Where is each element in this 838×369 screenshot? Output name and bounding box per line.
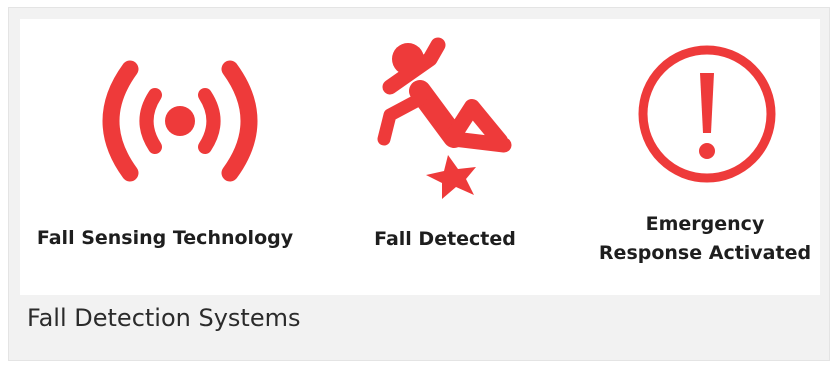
- label-fall-detected: Fall Detected: [374, 228, 516, 250]
- item-fall-detected: Fall Detected: [340, 19, 550, 295]
- item-emergency-response: Emergency Response Activated: [590, 19, 820, 295]
- person-falling-icon: [377, 37, 512, 199]
- item-fall-sensing: Fall Sensing Technology: [20, 19, 310, 295]
- label-emergency-line2: Response Activated: [598, 242, 812, 264]
- signal-broadcast-icon: [102, 60, 258, 182]
- figure-caption: Fall Detection Systems: [27, 304, 301, 332]
- exclamation-circle-icon: [638, 45, 776, 183]
- label-emergency-line1: Emergency: [645, 213, 765, 235]
- figure-image: Fall Sensing Technology Fall Detected Em…: [20, 19, 820, 295]
- label-fall-sensing: Fall Sensing Technology: [36, 227, 294, 249]
- figure-frame: Fall Sensing Technology Fall Detected Em…: [8, 7, 830, 361]
